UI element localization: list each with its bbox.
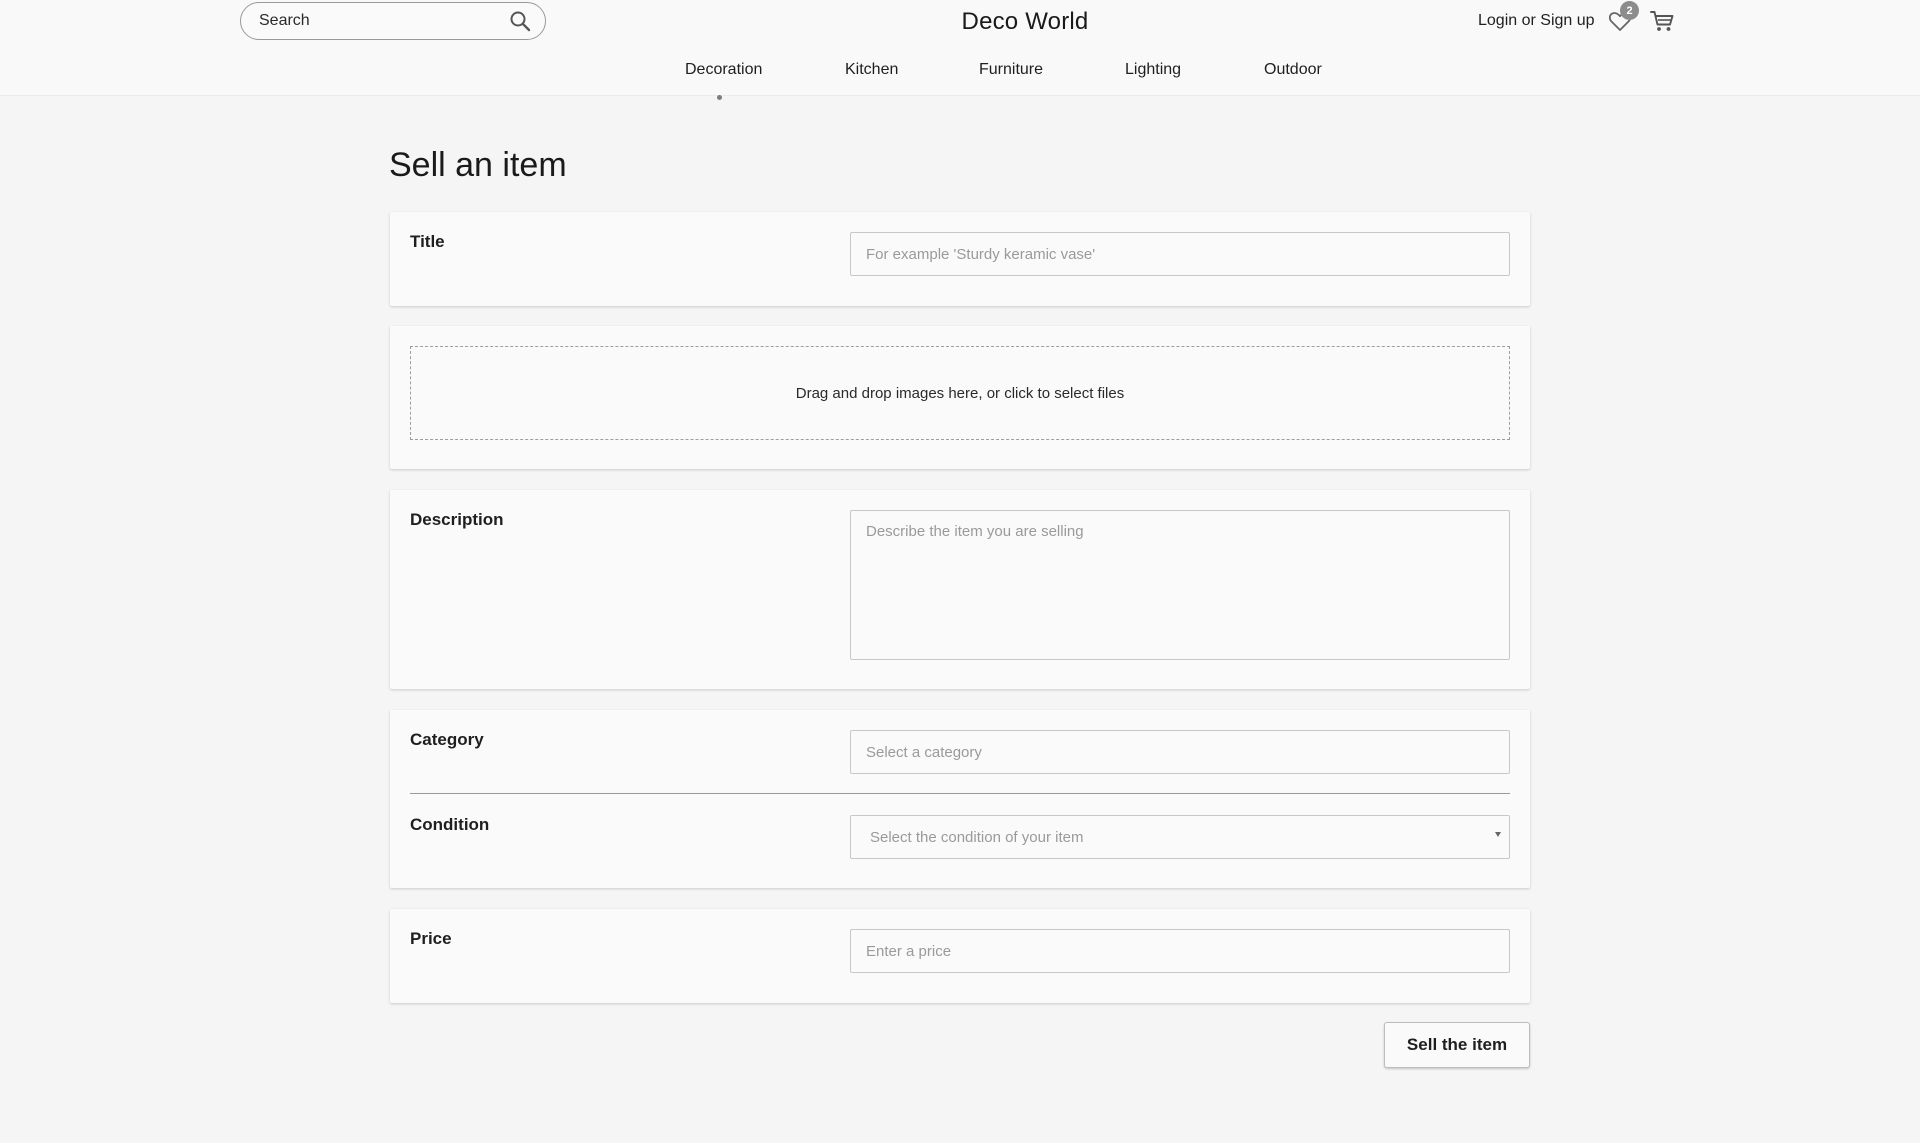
wishlist-count-badge: 2 [1620,1,1639,20]
nav-item-outdoor[interactable]: Outdoor [1264,61,1322,79]
nav-item-kitchen[interactable]: Kitchen [845,61,898,79]
images-card: Drag and drop images here, or click to s… [390,326,1530,469]
price-label: Price [410,929,452,948]
page-title: Sell an item [389,146,567,184]
title-label: Title [410,232,445,251]
active-nav-indicator [717,95,722,100]
section-divider [410,793,1510,794]
login-signup-link[interactable]: Login or Sign up [1478,12,1595,30]
condition-placeholder: Select the condition of your item [870,828,1084,846]
condition-label: Condition [410,815,490,834]
title-card: Title [390,212,1530,306]
condition-select[interactable]: Select the condition of your item [850,815,1510,859]
category-input[interactable] [850,730,1510,774]
category-label: Category [410,730,484,749]
category-condition-card: Category Condition Select the condition … [390,710,1530,888]
description-label: Description [410,510,504,529]
category-nav: Decoration Kitchen Furniture Lighting Ou… [0,61,1920,85]
sell-item-button[interactable]: Sell the item [1384,1022,1530,1068]
description-card: Description [390,490,1530,689]
description-textarea[interactable] [850,510,1510,660]
chevron-down-icon [1495,832,1501,837]
nav-item-lighting[interactable]: Lighting [1125,61,1181,79]
cart-icon[interactable] [1649,8,1675,34]
image-dropzone[interactable]: Drag and drop images here, or click to s… [410,346,1510,440]
brand-name[interactable]: Deco World [962,8,1089,36]
dropzone-text: Drag and drop images here, or click to s… [795,384,1125,402]
site-header: Deco World Login or Sign up 2 Decoration… [0,0,1920,100]
nav-item-furniture[interactable]: Furniture [979,61,1043,79]
price-card: Price [390,909,1530,1003]
nav-item-decoration[interactable]: Decoration [685,61,762,79]
price-input[interactable] [850,929,1510,973]
title-input[interactable] [850,232,1510,276]
